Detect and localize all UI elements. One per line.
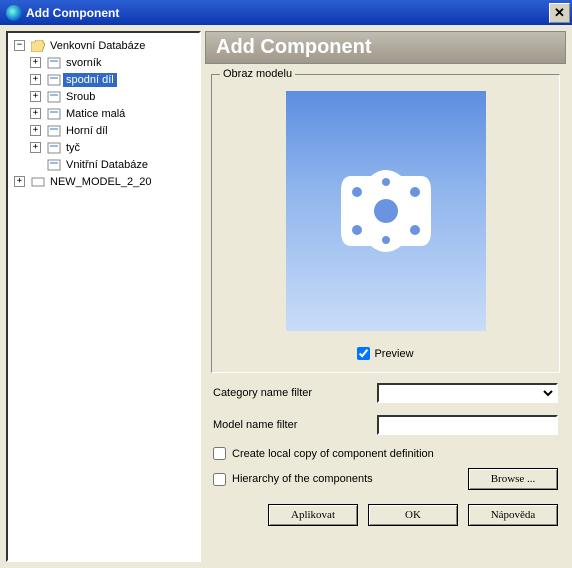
node-icon bbox=[47, 57, 61, 69]
expander-icon[interactable]: + bbox=[30, 57, 41, 68]
model-filter-label: Model name filter bbox=[213, 419, 373, 431]
preview-groupbox: Obraz modelu Previe bbox=[211, 74, 560, 373]
tree-panel[interactable]: − Venkovní Databáze +svorník+spodní díl+… bbox=[6, 31, 201, 562]
tree-node-child[interactable]: + svorník bbox=[30, 54, 197, 71]
model-preview-image bbox=[286, 91, 486, 331]
browse-button[interactable]: Browse ... bbox=[468, 468, 558, 490]
tree-label: tyč bbox=[63, 141, 83, 155]
tree-node-child[interactable]: + Horní díl bbox=[30, 122, 197, 139]
tree-node-new-model[interactable]: + NEW_MODEL_2_20 bbox=[14, 173, 197, 190]
expander-icon[interactable]: + bbox=[30, 74, 41, 85]
expander-icon[interactable]: + bbox=[30, 108, 41, 119]
tree-node-child[interactable]: + Matice malá bbox=[30, 105, 197, 122]
tree-label: Sroub bbox=[63, 90, 98, 104]
preview-checkbox-label: Preview bbox=[374, 348, 413, 360]
tree-node-child[interactable]: + Sroub bbox=[30, 88, 197, 105]
content-area: − Venkovní Databáze +svorník+spodní díl+… bbox=[0, 25, 572, 568]
button-bar: Aplikovat OK Nápověda bbox=[213, 504, 558, 526]
node-icon bbox=[47, 108, 61, 120]
tree-label: NEW_MODEL_2_20 bbox=[47, 175, 155, 189]
preview-area: Preview bbox=[218, 85, 553, 366]
expander-icon[interactable]: + bbox=[30, 91, 41, 102]
right-panel: Add Component Obraz modelu bbox=[205, 31, 566, 562]
tree-label: Matice malá bbox=[63, 107, 128, 121]
folder-open-icon bbox=[31, 40, 45, 52]
preview-checkbox-row: Preview bbox=[357, 347, 413, 360]
expander-icon bbox=[30, 159, 41, 170]
tree-label: Horní díl bbox=[63, 124, 111, 138]
node-icon bbox=[47, 74, 61, 86]
tree-label: svorník bbox=[63, 56, 104, 70]
groupbox-legend: Obraz modelu bbox=[220, 68, 295, 80]
expander-icon[interactable]: + bbox=[30, 125, 41, 136]
panel-header: Add Component bbox=[205, 31, 566, 64]
window-title: Add Component bbox=[26, 6, 549, 20]
local-copy-label: Create local copy of component definitio… bbox=[232, 448, 434, 460]
category-filter-select[interactable] bbox=[377, 383, 558, 403]
tree-node-child[interactable]: Vnitřní Databáze bbox=[30, 156, 197, 173]
app-icon bbox=[6, 5, 22, 21]
node-icon bbox=[47, 91, 61, 103]
expander-icon[interactable]: − bbox=[14, 40, 25, 51]
model-filter-input[interactable] bbox=[377, 415, 558, 435]
preview-checkbox[interactable] bbox=[357, 347, 370, 360]
node-icon bbox=[47, 125, 61, 137]
hierarchy-label: Hierarchy of the components bbox=[232, 473, 373, 485]
tree-label: Venkovní Databáze bbox=[47, 39, 148, 53]
category-filter-row: Category name filter bbox=[213, 383, 558, 403]
apply-button[interactable]: Aplikovat bbox=[268, 504, 358, 526]
local-copy-checkbox[interactable] bbox=[213, 447, 226, 460]
category-filter-label: Category name filter bbox=[213, 387, 373, 399]
close-button[interactable]: ✕ bbox=[549, 3, 570, 23]
ok-button[interactable]: OK bbox=[368, 504, 458, 526]
help-button[interactable]: Nápověda bbox=[468, 504, 558, 526]
tree-label: Vnitřní Databáze bbox=[63, 158, 151, 172]
tree-node-child[interactable]: + spodní díl bbox=[30, 71, 197, 88]
tree-node-venkovni-databaze[interactable]: − Venkovní Databáze bbox=[14, 37, 197, 54]
model-filter-row: Model name filter bbox=[213, 415, 558, 435]
tree: − Venkovní Databáze +svorník+spodní díl+… bbox=[10, 37, 197, 190]
node-icon bbox=[31, 176, 45, 188]
local-copy-row: Create local copy of component definitio… bbox=[213, 447, 558, 460]
node-icon bbox=[47, 159, 61, 171]
titlebar: Add Component ✕ bbox=[0, 0, 572, 25]
node-icon bbox=[47, 142, 61, 154]
hierarchy-row: Hierarchy of the components Browse ... bbox=[213, 468, 558, 490]
expander-icon[interactable]: + bbox=[30, 142, 41, 153]
tree-label: spodní díl bbox=[63, 73, 117, 87]
hierarchy-checkbox[interactable] bbox=[213, 473, 226, 486]
tree-node-child[interactable]: + tyč bbox=[30, 139, 197, 156]
expander-icon[interactable]: + bbox=[14, 176, 25, 187]
